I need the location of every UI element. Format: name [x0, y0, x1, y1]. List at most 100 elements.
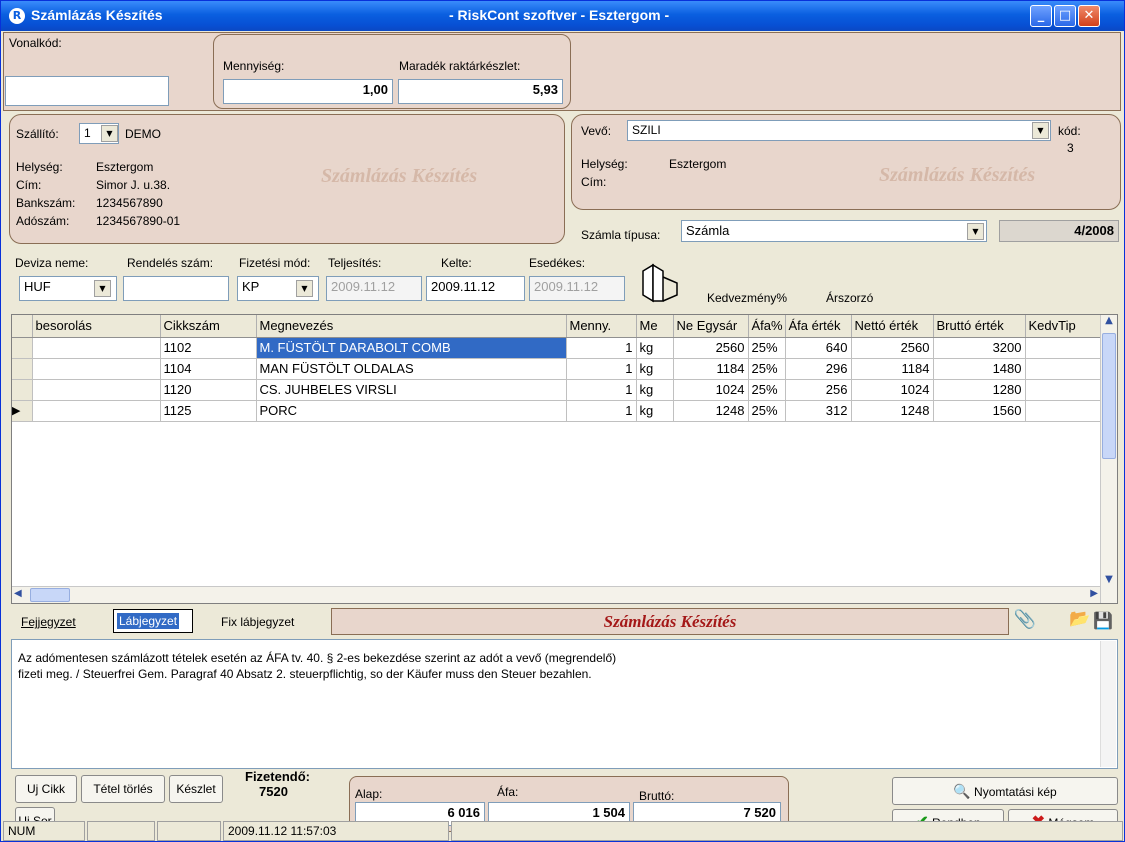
delete-item-button[interactable]: Tétel törlés: [81, 775, 165, 803]
column-header[interactable]: Megnevezés: [256, 315, 567, 338]
save-icon[interactable]: 💾: [1093, 611, 1113, 631]
horizontal-scrollbar[interactable]: ◀ ▶: [12, 586, 1100, 603]
table-cell[interactable]: M. FÜSTÖLT DARABOLT COMB: [256, 337, 567, 359]
table-cell[interactable]: 1120: [160, 379, 257, 401]
row-indicator[interactable]: [12, 379, 33, 401]
chevron-left-icon[interactable]: ◀: [14, 588, 22, 599]
table-cell[interactable]: 312: [785, 400, 852, 422]
table-cell[interactable]: 1: [566, 379, 637, 401]
table-cell[interactable]: 1480: [933, 358, 1026, 380]
column-header[interactable]: Me: [636, 315, 674, 338]
table-cell[interactable]: 1184: [851, 358, 934, 380]
column-header[interactable]: Bruttó érték: [933, 315, 1026, 338]
column-header[interactable]: Áfa érték: [785, 315, 852, 338]
column-header[interactable]: KedvTip: [1025, 315, 1105, 338]
table-cell[interactable]: 25%: [748, 400, 786, 422]
table-cell[interactable]: 1184: [673, 358, 749, 380]
title-bar[interactable]: R Számlázás Készítés - RiskCont szoftver…: [1, 1, 1124, 31]
minimize-icon[interactable]: _: [1030, 5, 1052, 27]
stock-button[interactable]: Készlet: [169, 775, 223, 803]
row-indicator[interactable]: [12, 337, 33, 359]
table-cell[interactable]: 640: [785, 337, 852, 359]
footer-note-textarea[interactable]: Az adómentesen számlázott tételek esetén…: [11, 639, 1118, 769]
chevron-down-icon[interactable]: ▼: [296, 280, 313, 297]
table-cell[interactable]: [32, 358, 161, 380]
table-cell[interactable]: 1102: [160, 337, 257, 359]
current-row-arrow-icon[interactable]: ▶: [12, 400, 33, 422]
table-cell[interactable]: 1024: [673, 379, 749, 401]
table-cell[interactable]: [1025, 400, 1105, 422]
table-row[interactable]: 1120 CS. JUHBELES VIRSLI 1 kg 1024 25% 256 1024…: [12, 379, 1105, 401]
tab-fixed-footer[interactable]: Fix lábjegyzet: [221, 615, 294, 629]
chevron-down-icon[interactable]: ▼: [967, 223, 984, 240]
table-cell[interactable]: kg: [636, 379, 674, 401]
column-header[interactable]: Nettó érték: [851, 315, 934, 338]
table-cell[interactable]: 2560: [851, 337, 934, 359]
due-date[interactable]: 2009.11.12: [529, 276, 625, 301]
table-cell[interactable]: 1248: [673, 400, 749, 422]
table-cell[interactable]: 1560: [933, 400, 1026, 422]
table-cell[interactable]: 1104: [160, 358, 257, 380]
chevron-down-icon[interactable]: ▼: [94, 280, 111, 297]
table-cell[interactable]: [1025, 379, 1105, 401]
table-cell[interactable]: kg: [636, 337, 674, 359]
table-cell[interactable]: 1024: [851, 379, 934, 401]
issue-date[interactable]: 2009.11.12: [426, 276, 525, 301]
column-header[interactable]: Áfa%: [748, 315, 786, 338]
row-indicator[interactable]: [12, 358, 33, 380]
table-cell[interactable]: 2560: [673, 337, 749, 359]
invoice-type-select[interactable]: Számla: [681, 220, 987, 242]
items-grid[interactable]: besorolás Cikkszám Megnevezés Menny. Me …: [11, 314, 1118, 604]
table-cell[interactable]: kg: [636, 400, 674, 422]
table-cell[interactable]: 256: [785, 379, 852, 401]
chevron-down-icon[interactable]: ▼: [101, 125, 118, 142]
table-cell[interactable]: CS. JUHBELES VIRSLI: [256, 379, 567, 401]
column-header[interactable]: besorolás: [32, 315, 161, 338]
table-cell[interactable]: 1: [566, 400, 637, 422]
table-cell[interactable]: [32, 400, 161, 422]
order-number-input[interactable]: [123, 276, 229, 301]
buyer-select[interactable]: SZILI: [627, 120, 1051, 141]
tab-footer-note[interactable]: Lábjegyzet: [113, 609, 193, 633]
fulfil-date[interactable]: 2009.11.12: [326, 276, 422, 301]
chevron-up-icon[interactable]: ▲: [1101, 315, 1117, 332]
scrollbar-thumb[interactable]: [1102, 333, 1116, 459]
table-cell[interactable]: [32, 337, 161, 359]
barcode-input[interactable]: [5, 76, 169, 106]
table-cell[interactable]: 1125: [160, 400, 257, 422]
table-cell[interactable]: kg: [636, 358, 674, 380]
tab-header-note[interactable]: Fejjegyzet: [21, 615, 76, 629]
table-cell[interactable]: 1248: [851, 400, 934, 422]
attach-icon[interactable]: 📎: [1013, 609, 1037, 633]
table-row[interactable]: 1102 M. FÜSTÖLT DARABOLT COMB 1 kg 2560 25% 64…: [12, 337, 1105, 359]
table-cell[interactable]: 1: [566, 337, 637, 359]
table-cell[interactable]: [1025, 337, 1105, 359]
open-folder-icon[interactable]: 📂: [1068, 609, 1092, 633]
table-cell[interactable]: PORC: [256, 400, 567, 422]
chevron-down-icon[interactable]: ▼: [1032, 122, 1049, 139]
chevron-right-icon[interactable]: ▶: [1090, 588, 1098, 599]
close-icon[interactable]: ✕: [1078, 5, 1100, 27]
new-item-button[interactable]: Uj Cikk: [15, 775, 77, 803]
table-cell[interactable]: 25%: [748, 379, 786, 401]
quantity-input[interactable]: 1,00: [223, 79, 393, 104]
scrollbar-thumb[interactable]: [30, 588, 70, 602]
table-cell[interactable]: 25%: [748, 358, 786, 380]
table-row[interactable]: ▶ 1125 PORC 1 kg 1248 25% 312 1248 1560: [12, 400, 1105, 422]
table-cell[interactable]: [1025, 358, 1105, 380]
book-icon[interactable]: [637, 261, 683, 305]
column-header[interactable]: Ne Egysár: [673, 315, 749, 338]
chevron-down-icon[interactable]: ▼: [1101, 574, 1117, 585]
table-row[interactable]: 1104 MAN FÜSTÖLT OLDALAS 1 kg 1184 25% 296 118…: [12, 358, 1105, 380]
column-header[interactable]: Menny.: [566, 315, 637, 338]
table-cell[interactable]: [32, 379, 161, 401]
table-cell[interactable]: 3200: [933, 337, 1026, 359]
column-header[interactable]: Cikkszám: [160, 315, 257, 338]
vertical-scrollbar[interactable]: ▲ ▼: [1100, 315, 1117, 603]
vertical-scrollbar[interactable]: [1100, 641, 1116, 767]
maximize-icon[interactable]: □: [1054, 5, 1076, 27]
table-cell[interactable]: 296: [785, 358, 852, 380]
table-cell[interactable]: 1: [566, 358, 637, 380]
print-preview-button[interactable]: 🔍 Nyomtatási kép: [892, 777, 1118, 805]
table-cell[interactable]: 1280: [933, 379, 1026, 401]
